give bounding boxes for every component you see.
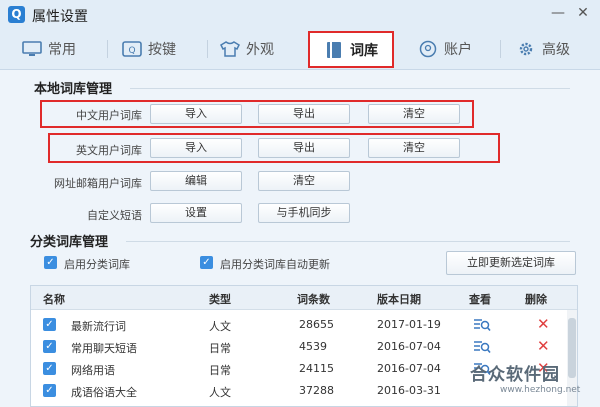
url-email-clear-button[interactable]: 清空: [258, 171, 350, 191]
app-logo-icon: Q: [8, 6, 25, 23]
tab-account[interactable]: 账户: [418, 28, 472, 70]
watermark-text: 合众软件园: [470, 365, 560, 385]
window-title: 属性设置: [32, 9, 88, 25]
update-selected-button[interactable]: 立即更新选定词库: [446, 251, 576, 275]
english-export-button[interactable]: 导出: [258, 138, 350, 158]
row-checkbox[interactable]: ✓: [43, 318, 56, 331]
row-type: 日常: [209, 364, 231, 377]
row-name: 常用聊天短语: [71, 342, 137, 355]
tab-label: 外观: [246, 42, 274, 58]
tab-label: 词库: [350, 42, 378, 59]
row-count: 37288: [299, 384, 334, 397]
row-type: 人文: [209, 320, 231, 333]
view-search-icon[interactable]: [473, 339, 491, 354]
tab-keys[interactable]: Q 按键: [122, 28, 176, 70]
english-import-button[interactable]: 导入: [150, 138, 242, 158]
section-divider: [126, 241, 570, 242]
column-header-count[interactable]: 词条数: [297, 291, 330, 307]
row-name: 网络用语: [71, 364, 115, 377]
close-button[interactable]: ✕: [573, 3, 593, 23]
chinese-import-button[interactable]: 导入: [150, 104, 242, 124]
tab-label: 常用: [48, 42, 76, 58]
tab-divider: [107, 40, 108, 58]
title-bar: Q 属性设置 — ✕: [0, 0, 600, 28]
url-email-dict-label: 网址邮箱用户词库: [54, 177, 142, 190]
column-header-delete: 删除: [525, 293, 547, 306]
section-divider: [130, 88, 570, 89]
book-icon: [327, 41, 341, 58]
tab-general[interactable]: 常用: [22, 28, 76, 70]
row-count: 28655: [299, 318, 334, 331]
user-icon: [419, 40, 437, 58]
row-checkbox[interactable]: ✓: [43, 362, 56, 375]
chinese-clear-button[interactable]: 清空: [368, 104, 460, 124]
column-header-name[interactable]: 名称: [43, 291, 65, 307]
table-row[interactable]: ✓ 常用聊天短语 日常 4539 2016-07-04 ✕: [31, 336, 567, 358]
row-date: 2016-07-04: [377, 362, 441, 375]
tab-label: 按键: [148, 42, 176, 58]
url-email-edit-button[interactable]: 编辑: [150, 171, 242, 191]
watermark-url: www.hezhong.net: [500, 385, 581, 395]
shirt-icon: [220, 41, 240, 57]
english-clear-button[interactable]: 清空: [368, 138, 460, 158]
tab-divider: [207, 40, 208, 58]
row-name: 成语俗语大全: [71, 386, 137, 399]
monitor-icon: [22, 41, 42, 56]
row-date: 2017-01-19: [377, 318, 441, 331]
row-date: 2016-07-04: [377, 340, 441, 353]
row-type: 日常: [209, 342, 231, 355]
tab-label: 账户: [444, 42, 472, 58]
tab-divider: [500, 40, 501, 58]
svg-text:Q: Q: [128, 46, 135, 56]
local-dictionary-title: 本地词库管理: [34, 82, 113, 97]
view-search-icon[interactable]: [473, 317, 491, 332]
keyboard-icon: Q: [122, 41, 142, 57]
sync-with-phone-button[interactable]: 与手机同步: [258, 203, 350, 223]
row-name: 最新流行词: [71, 320, 126, 333]
gear-icon: [519, 42, 533, 56]
tab-advanced[interactable]: 高级: [516, 28, 570, 70]
site-watermark: 合众软件园 www.hezhong.net: [470, 360, 598, 395]
delete-x-icon[interactable]: ✕: [537, 315, 550, 333]
auto-update-label: 启用分类词库自动更新: [220, 258, 330, 271]
tab-appearance[interactable]: 外观: [220, 28, 274, 70]
row-checkbox[interactable]: ✓: [43, 384, 56, 397]
table-header: 名称 类型 词条数 版本日期 查看 删除: [31, 286, 577, 310]
delete-x-icon[interactable]: ✕: [537, 337, 550, 355]
row-count: 4539: [299, 340, 327, 353]
auto-update-checkbox[interactable]: ✓: [200, 256, 213, 269]
settings-tabbar: 常用 Q 按键 外观 词库 账户 高级: [0, 28, 600, 70]
english-user-dict-label: 英文用户词库: [76, 144, 142, 157]
tab-dictionary[interactable]: 词库: [308, 31, 394, 68]
category-dictionary-title: 分类词库管理: [30, 235, 109, 250]
chinese-export-button[interactable]: 导出: [258, 104, 350, 124]
custom-phrase-label: 自定义短语: [87, 209, 142, 222]
column-header-view: 查看: [469, 293, 491, 306]
row-count: 24115: [299, 362, 334, 375]
chinese-user-dict-label: 中文用户词库: [76, 109, 142, 122]
row-checkbox[interactable]: ✓: [43, 340, 56, 353]
enable-category-label: 启用分类词库: [64, 258, 130, 271]
column-header-date[interactable]: 版本日期: [377, 291, 421, 307]
column-header-type[interactable]: 类型: [209, 291, 231, 307]
enable-category-checkbox[interactable]: ✓: [44, 256, 57, 269]
tab-label: 高级: [542, 42, 570, 58]
table-row[interactable]: ✓ 最新流行词 人文 28655 2017-01-19 ✕: [31, 314, 567, 336]
custom-phrase-settings-button[interactable]: 设置: [150, 203, 242, 223]
row-type: 人文: [209, 386, 231, 399]
row-date: 2016-03-31: [377, 384, 441, 397]
minimize-button[interactable]: —: [548, 3, 568, 23]
